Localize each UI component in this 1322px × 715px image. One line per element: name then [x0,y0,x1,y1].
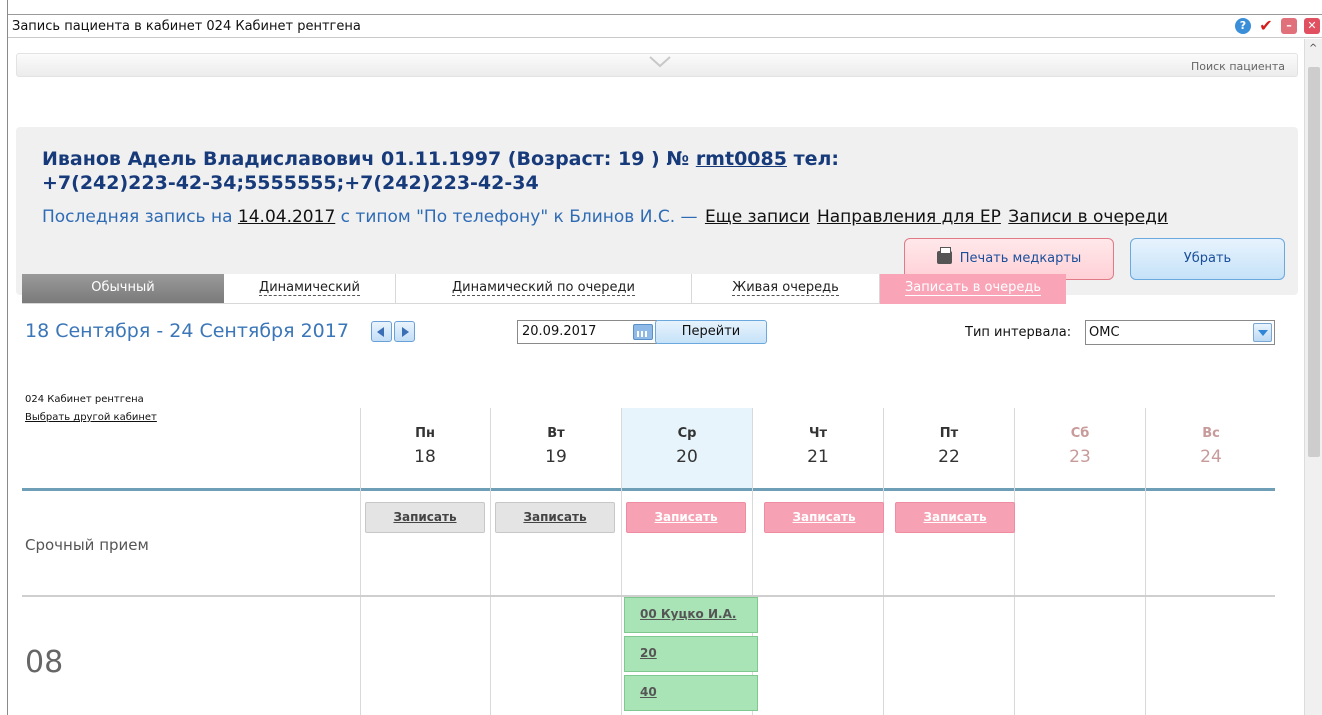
prev-week-button[interactable] [371,321,392,342]
patient-name-text: Иванов Адель Владиславович 01.11.1997 (В… [42,148,690,170]
time-slot[interactable]: 20 [624,636,758,672]
card-number-link[interactable]: rmt0085 [696,148,787,170]
grid-divider [1014,408,1015,715]
printer-icon [936,247,952,264]
queue-records-link[interactable]: Записи в очереди [1008,207,1168,227]
time-slot[interactable]: 40 [624,675,758,711]
patient-name: Иванов Адель Владиславович 01.11.1997 (В… [42,147,1042,195]
day-header-thu: Чт 21 [807,426,829,467]
grid-divider [360,408,361,715]
calendar-icon[interactable] [633,324,653,340]
last-date-link[interactable]: 14.04.2017 [238,207,335,227]
collapse-bar[interactable]: Поиск пациента [16,53,1298,77]
day-header-mon: Пн 18 [414,426,436,467]
app-window: Запись пациента в кабинет 024 Кабинет ре… [0,0,1322,715]
patient-info-panel: Иванов Адель Владиславович 01.11.1997 (В… [16,127,1298,295]
time-slot[interactable]: 00 Куцко И.А. [624,597,758,633]
header-bottom-rule [22,488,1275,491]
last-prefix: Последняя запись на [42,207,233,227]
title-bar-controls: ? ✔ – ✕ [1235,18,1320,34]
tab-live-queue[interactable]: Живая очередь [692,274,880,304]
chevron-down-icon[interactable] [649,56,671,68]
grid-divider [883,408,884,715]
interval-type-label: Тип интервала: [965,325,1072,340]
hour-label: 08 [25,645,64,680]
go-button[interactable]: Перейти [655,320,767,344]
scrollbar-thumb[interactable] [1308,67,1320,457]
window-title: Запись пациента в кабинет 024 Кабинет ре… [12,19,361,34]
close-icon[interactable]: ✕ [1304,18,1320,34]
book-button-mon[interactable]: Записать [365,502,485,533]
schedule-tabs: Обычный Динамический Динамический по оче… [22,274,1066,304]
minimize-icon[interactable]: – [1281,18,1297,34]
day-header-sun: Вс 24 [1200,426,1222,467]
time-slots-wed: 00 Куцко И.А. 20 40 [624,597,758,715]
tab-add-to-queue[interactable]: Записать в очередь [880,274,1066,304]
vertical-scrollbar[interactable]: ^ [1304,39,1322,715]
more-appointments-link[interactable]: Еще записи [705,207,810,227]
cabinet-name: 024 Кабинет рентгена [25,394,144,405]
scroll-up-icon[interactable]: ^ [1309,43,1317,54]
date-input[interactable]: 20.09.2017 [517,320,657,344]
date-value: 20.09.2017 [522,324,597,339]
day-header-wed: Ср 20 [622,408,752,488]
book-button-tue[interactable]: Записать [495,502,615,533]
tab-dynamic[interactable]: Динамический [224,274,396,304]
grid-divider [1145,408,1146,715]
day-header-tue: Вт 19 [545,426,567,467]
interval-type-select[interactable]: ОМС [1085,320,1275,345]
print-button-label: Печать медкарты [959,251,1082,266]
book-button-thu[interactable]: Записать [764,502,884,533]
change-cabinet-link[interactable]: Выбрать другой кабинет [25,412,157,423]
day-header-fri: Пт 22 [938,426,960,467]
urgent-row-label: Срочный прием [25,536,149,554]
book-button-fri[interactable]: Записать [895,502,1015,533]
book-button-wed[interactable]: Записать [626,502,746,533]
phone-label: тел: [793,148,839,170]
interval-type-value: ОМС [1089,325,1120,340]
directions-link[interactable]: Направления для ЕР [817,207,1001,227]
chevron-down-icon[interactable] [1253,323,1272,342]
grid-divider [490,408,491,715]
next-week-button[interactable] [394,321,415,342]
tab-regular[interactable]: Обычный [22,274,224,304]
title-bar: Запись пациента в кабинет 024 Кабинет ре… [8,14,1322,38]
last-appointment: Последняя запись на 14.04.2017 с типом "… [42,207,1168,227]
day-header-sat: Сб 23 [1069,426,1091,467]
window-left-edge [0,0,8,715]
last-suffix: с типом "По телефону" к Блинов И.С. — [340,207,698,227]
grid-divider [621,408,622,715]
tab-dynamic-queue[interactable]: Динамический по очереди [396,274,692,304]
week-range: 18 Сентября - 24 Сентября 2017 [25,320,349,342]
help-icon[interactable]: ? [1235,18,1251,34]
checkmark-icon[interactable]: ✔ [1258,18,1274,34]
patient-search-link[interactable]: Поиск пациента [1191,60,1285,73]
patient-phones: +7(242)223-42-34;5555555;+7(242)223-42-3… [42,172,539,194]
remove-button[interactable]: Убрать [1130,238,1285,280]
